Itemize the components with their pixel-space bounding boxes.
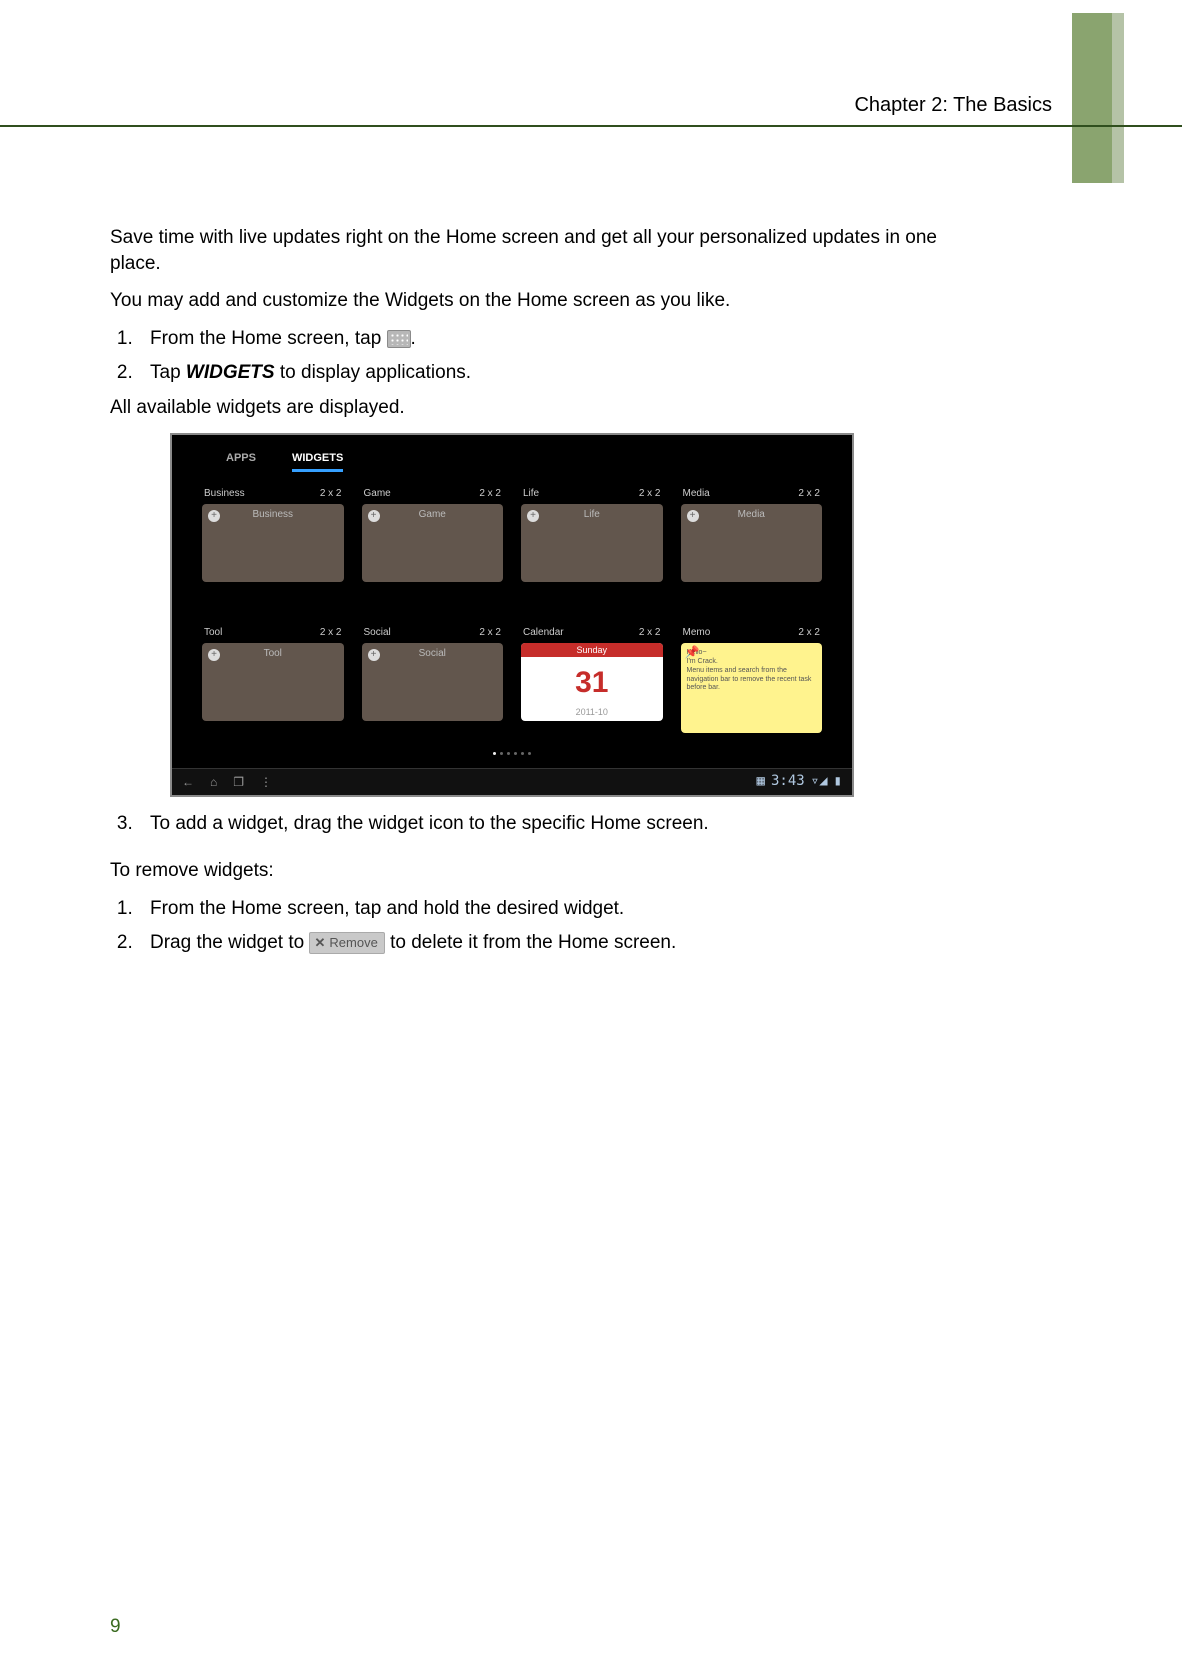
widget-memo: Memo2 x 2📌Hello~I'm Crack.Menu items and… [681, 626, 823, 745]
chapter-title: Chapter 2: The Basics [854, 92, 1052, 119]
add-step-1-pre: From the Home screen, tap [150, 328, 387, 349]
add-step-2: Tap WIDGETS to display applications. [138, 360, 945, 386]
widget-business: Business2 x 2+Business [202, 487, 344, 606]
signal-icon: ▿◢ [811, 772, 828, 791]
add-step-1: From the Home screen, tap . [138, 326, 945, 352]
remove-chip-label: Remove [329, 935, 377, 950]
add-step-1-post: . [411, 328, 416, 349]
status-time: 3:43 [771, 772, 805, 791]
header-rule [0, 125, 1182, 127]
recents-icon: ❐ [233, 774, 244, 790]
widget-social: Social2 x 2+Social [362, 626, 504, 745]
widget-calendar: Calendar2 x 2Sunday312011-10 [521, 626, 663, 745]
page-indicator [493, 752, 531, 755]
remove-chip: ✕ Remove [309, 932, 384, 954]
widget-tool: Tool2 x 2+Tool [202, 626, 344, 745]
remove-step-2-pre: Drag the widget to [150, 932, 304, 953]
status-icon: ▦ [757, 772, 765, 791]
add-step-2-sub: All available widgets are displayed. [110, 395, 945, 421]
intro-paragraph-1: Save time with live updates right on the… [110, 225, 945, 276]
intro-paragraph-2: You may add and customize the Widgets on… [110, 288, 945, 314]
widget-game: Game2 x 2+Game [362, 487, 504, 606]
add-step-2-post: to display applications. [275, 362, 471, 383]
widgets-screenshot: APPS WIDGETS Business2 x 2+BusinessGame2… [170, 433, 854, 797]
widget-media: Media2 x 2+Media [681, 487, 823, 606]
remove-step-1: From the Home screen, tap and hold the d… [138, 896, 945, 922]
back-icon: ← [182, 774, 194, 790]
widget-life: Life2 x 2+Life [521, 487, 663, 606]
home-icon: ⌂ [210, 774, 217, 790]
tab-apps: APPS [226, 451, 256, 472]
header-tab-shadow [1112, 13, 1124, 183]
remove-heading: To remove widgets: [110, 858, 945, 884]
add-step-3: To add a widget, drag the widget icon to… [138, 811, 945, 837]
apps-grid-icon [387, 330, 411, 348]
remove-step-2: Drag the widget to ✕ Remove to delete it … [138, 930, 945, 956]
android-navbar: ← ⌂ ❐ ⋮ ▦ 3:43 ▿◢ ▮ [172, 768, 852, 795]
close-icon: ✕ [314, 935, 325, 950]
tab-widgets: WIDGETS [292, 451, 343, 472]
add-step-2-pre: Tap [150, 362, 186, 383]
page-number: 9 [110, 1614, 121, 1640]
header-tab [1072, 13, 1112, 183]
menu-icon: ⋮ [260, 774, 272, 790]
battery-icon: ▮ [834, 772, 842, 791]
widgets-keyword: WIDGETS [186, 362, 275, 383]
remove-step-2-post: to delete it from the Home screen. [390, 932, 676, 953]
